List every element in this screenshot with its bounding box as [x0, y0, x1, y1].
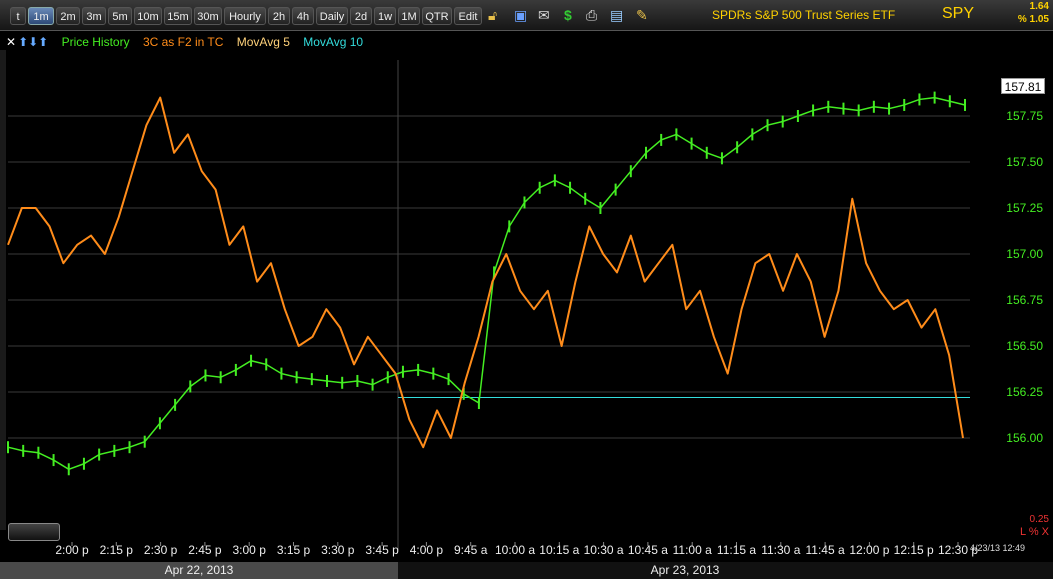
left-scroll-strip[interactable] [0, 50, 6, 530]
scroll-handle[interactable] [8, 523, 60, 541]
x-tick-label: 11:45 a [806, 543, 845, 557]
x-tick-label: 11:00 a [673, 543, 712, 557]
x-tick-label: 2:00 p [55, 543, 89, 557]
y-tick-label: 156.00 [1006, 431, 1043, 445]
symbol[interactable]: SPY [942, 5, 974, 23]
legend-indicator[interactable]: 3C as F2 in TC [143, 35, 223, 49]
email-icon[interactable]: ✉ [538, 6, 550, 24]
x-tick-label: 10:30 a [584, 543, 624, 557]
y-tick-label: 156.25 [1006, 385, 1043, 399]
lower-scale-value: 0.25 [1029, 514, 1049, 525]
timeframe-button-1w[interactable]: 1w [374, 7, 396, 25]
save-icon[interactable]: ▣ [514, 6, 527, 24]
date-day1: Apr 22, 2013 [0, 562, 398, 579]
timeframe-button-edit[interactable]: Edit [454, 7, 482, 25]
symbol-title: SPDRs S&P 500 Trust Series ETF [712, 8, 896, 22]
timeframe-button-3m[interactable]: 3m [82, 7, 106, 25]
toolbar: t 1m 2m 3m 5m 10m 15m 30m Hourly 2h 4h Daily 2d 1w 1M Q… [0, 0, 1053, 31]
y-tick-label: 157.50 [1006, 155, 1043, 169]
x-tick-label: 2:30 p [144, 543, 178, 557]
legend-ma10[interactable]: MovAvg 10 [303, 35, 363, 49]
timeframe-button-daily[interactable]: Daily [316, 7, 348, 25]
x-tick-label: 10:45 a [628, 543, 668, 557]
x-tick-label: 12:00 p [849, 543, 889, 557]
y-tick-label: 157.25 [1006, 201, 1043, 215]
date-day2: Apr 23, 2013 [650, 563, 720, 577]
x-tick-label: 3:00 p [233, 543, 267, 557]
timeframe-button-2m[interactable]: 2m [56, 7, 80, 25]
last-price-tag: 157.81 [1001, 78, 1045, 94]
indicator-line [7, 96, 964, 449]
change-value: 1.64 [1029, 1, 1049, 12]
pencil-icon[interactable]: ✎ [636, 6, 648, 24]
x-tick-label: 9:45 a [454, 543, 488, 557]
legend-arrows-icon[interactable]: ⬆⬇⬆ [18, 35, 48, 49]
price-series [7, 91, 966, 476]
lock-icon[interactable]: 🔓︎ [488, 6, 497, 24]
price-line [7, 96, 966, 471]
legend-price-history[interactable]: Price History [62, 35, 130, 49]
y-tick-label: 157.00 [1006, 247, 1043, 261]
timeframe-button-1m[interactable]: 1m [28, 7, 54, 25]
y-tick-label: 157.75 [1006, 109, 1043, 123]
change-percent: % 1.05 [1017, 14, 1049, 25]
x-tick-label: 4:00 p [410, 543, 444, 557]
x-tick-label: 3:45 p [365, 543, 399, 557]
legend-ma5[interactable]: MovAvg 5 [237, 35, 290, 49]
x-tick-label: 3:30 p [321, 543, 355, 557]
legend-close-icon[interactable]: ✕ [6, 35, 16, 49]
timeframe-button-qtr[interactable]: QTR [422, 7, 452, 25]
timestamp: 4/23/13 12:49 [970, 543, 1026, 553]
y-tick-label: 156.50 [1006, 339, 1043, 353]
timeframe-button-hourly[interactable]: Hourly [224, 7, 266, 25]
x-tick-label: 10:00 a [495, 543, 535, 557]
x-tick-label: 2:45 p [188, 543, 222, 557]
y-tick-label: 156.75 [1006, 293, 1043, 307]
x-tick-label: 10:15 a [539, 543, 579, 557]
timeframe-button-10m[interactable]: 10m [134, 7, 162, 25]
timeframe-button-15m[interactable]: 15m [164, 7, 192, 25]
x-tick-label: 3:15 p [277, 543, 311, 557]
timeframe-button-1m[interactable]: 1M [398, 7, 420, 25]
timeframe-button-30m[interactable]: 30m [194, 7, 222, 25]
dollar-icon[interactable]: $ [564, 6, 572, 24]
x-tick-label: 11:30 a [761, 543, 800, 557]
x-tick-label: 12:15 p [894, 543, 934, 557]
timeframe-button-t[interactable]: t [10, 7, 26, 25]
x-tick-label: 11:15 a [717, 543, 756, 557]
news-icon[interactable]: ▤ [610, 6, 623, 24]
lower-legend: L % X [1020, 526, 1049, 538]
chart-legend: ✕ ⬆⬇⬆ Price History 3C as F2 in TC MovAvg… [6, 35, 373, 49]
timeframe-button-4h[interactable]: 4h [292, 7, 314, 25]
price-chart[interactable]: 157.75 157.50 157.25 157.00 156.75 156.50 156.… [0, 30, 1053, 562]
x-tick-label: 2:15 p [100, 543, 134, 557]
timeframe-button-5m[interactable]: 5m [108, 7, 132, 25]
timeframe-button-2d[interactable]: 2d [350, 7, 372, 25]
timeframe-button-2h[interactable]: 2h [268, 7, 290, 25]
print-icon[interactable]: ⎙ [586, 6, 597, 24]
